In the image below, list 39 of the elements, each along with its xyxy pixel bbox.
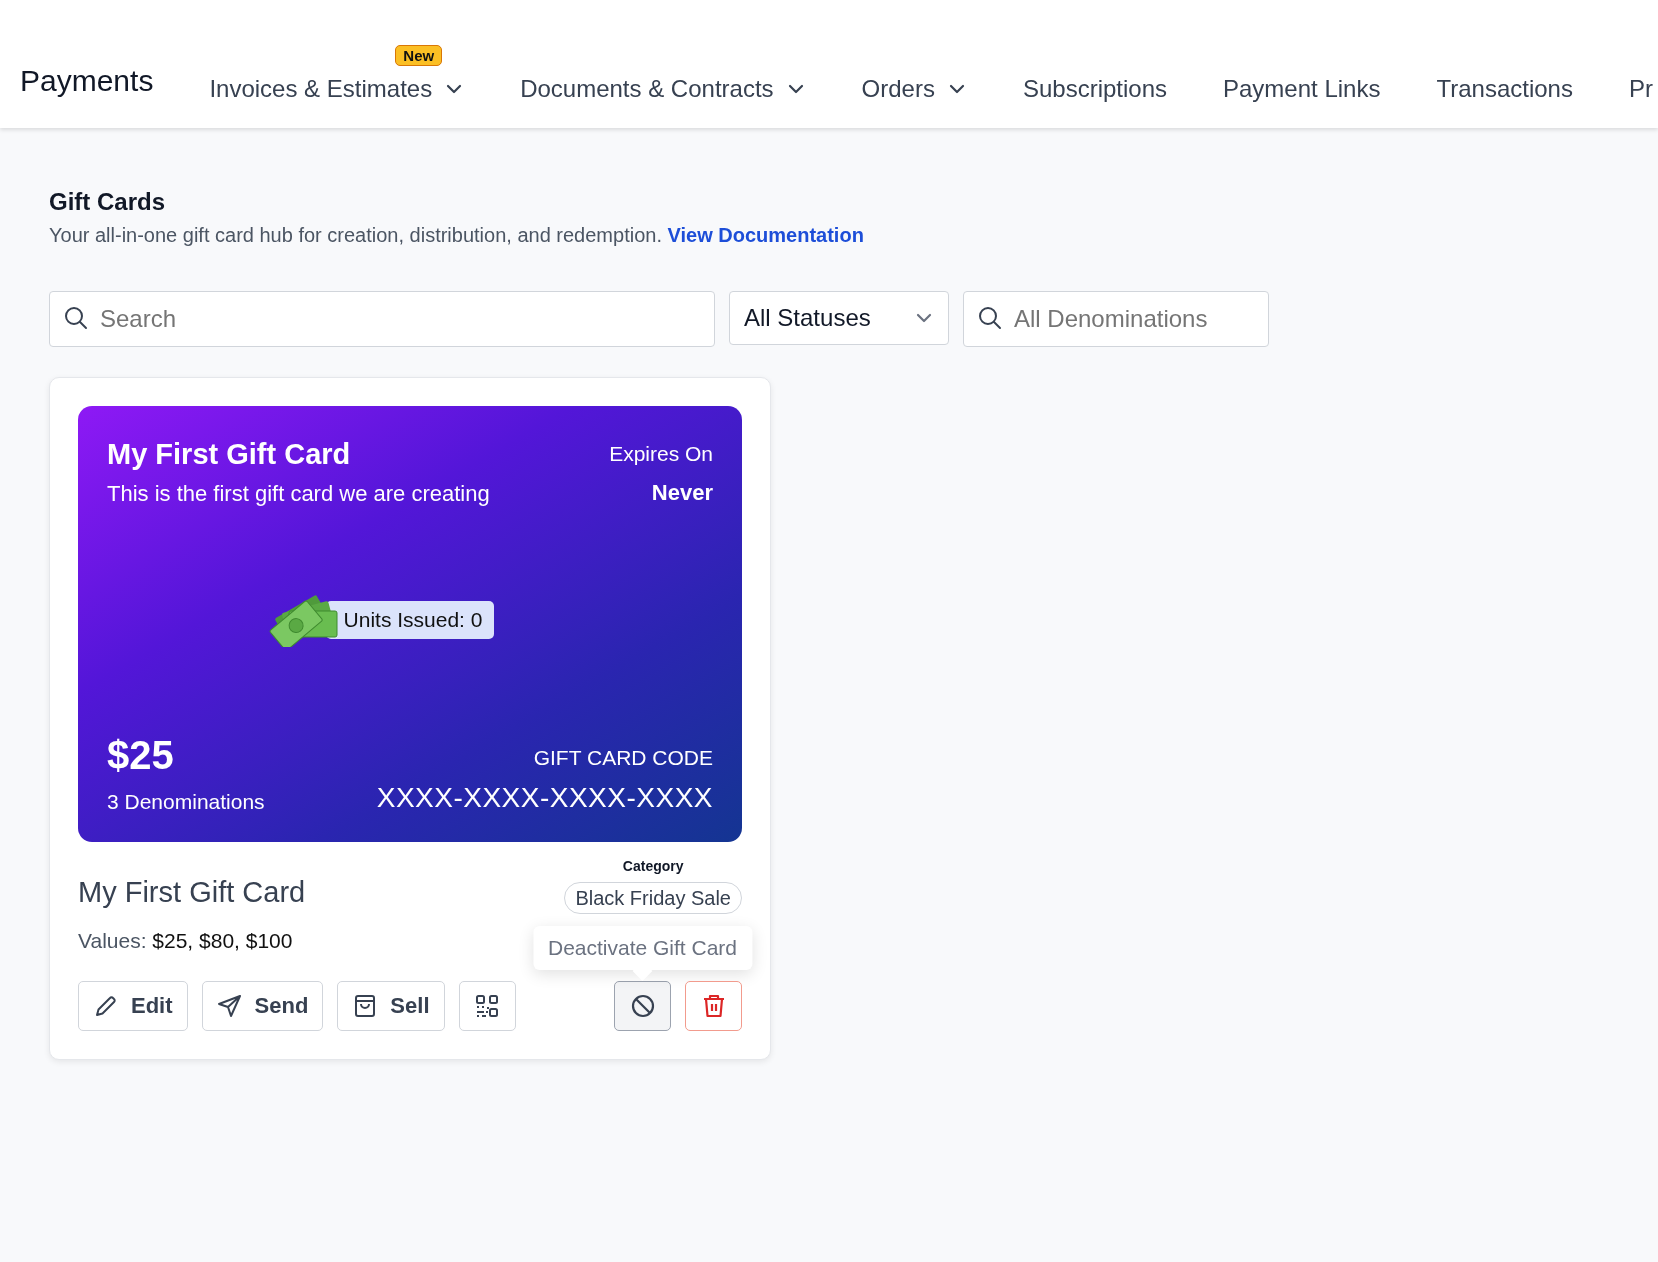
qr-code-button[interactable] bbox=[458, 981, 516, 1031]
search-icon bbox=[63, 305, 89, 331]
page-description: Your all-in-one gift card hub for creation, distribution, and redemption. View Documentation bbox=[49, 224, 865, 247]
pencil-icon bbox=[93, 993, 119, 1019]
category-label: Category bbox=[622, 858, 684, 874]
delete-button[interactable] bbox=[685, 981, 742, 1031]
card-title: My First Gift Card bbox=[107, 438, 352, 471]
tooltip-text: Deactivate Gift Card bbox=[547, 936, 738, 959]
new-badge: New bbox=[395, 44, 443, 66]
sell-button[interactable]: Sell bbox=[337, 981, 445, 1031]
edit-button[interactable]: Edit bbox=[78, 981, 188, 1031]
nav-tab[interactable]: Subscriptions bbox=[1016, 64, 1173, 104]
paper-plane-icon bbox=[216, 993, 243, 1019]
send-button[interactable]: Send bbox=[201, 981, 324, 1031]
nav-tab[interactable]: Documents & Contracts bbox=[514, 64, 812, 104]
search-field[interactable]: Search bbox=[49, 291, 715, 347]
documentation-link[interactable]: View Documentation bbox=[667, 224, 864, 246]
expires-label: Expires On bbox=[609, 442, 713, 466]
nav-title: Payments bbox=[20, 63, 154, 98]
qr-code-icon bbox=[474, 993, 500, 1019]
ban-icon bbox=[629, 993, 656, 1019]
card-amount: $25 bbox=[107, 733, 175, 778]
nav-tab[interactable]: Payment Links bbox=[1217, 64, 1387, 104]
values-label: Values: bbox=[78, 929, 148, 952]
status-dropdown[interactable]: All Statuses bbox=[729, 291, 949, 345]
nav-tab[interactable]: Orders bbox=[855, 64, 973, 104]
nav-tab[interactable]: Invoices & Estimates bbox=[203, 64, 471, 104]
values-list: $25, $80, $100 bbox=[152, 929, 293, 952]
code-label: GIFT CARD CODE bbox=[533, 746, 713, 770]
nav-tab[interactable]: Transactions bbox=[1430, 64, 1579, 104]
denominations-count: 3 Denominations bbox=[107, 790, 265, 814]
gift-card-code: XXXX-XXXX-XXXX-XXXX bbox=[376, 782, 713, 814]
denominations-field[interactable]: All Denominations bbox=[963, 291, 1269, 347]
search-icon bbox=[977, 305, 1003, 331]
gift-card-name: My First Gift Card bbox=[78, 876, 306, 909]
page-title: Gift Cards bbox=[49, 188, 166, 216]
card-subtitle: This is the first gift card we are creating bbox=[107, 481, 490, 507]
expires-value: Never bbox=[651, 480, 713, 506]
nav-tab[interactable]: Pr bbox=[1622, 64, 1658, 104]
